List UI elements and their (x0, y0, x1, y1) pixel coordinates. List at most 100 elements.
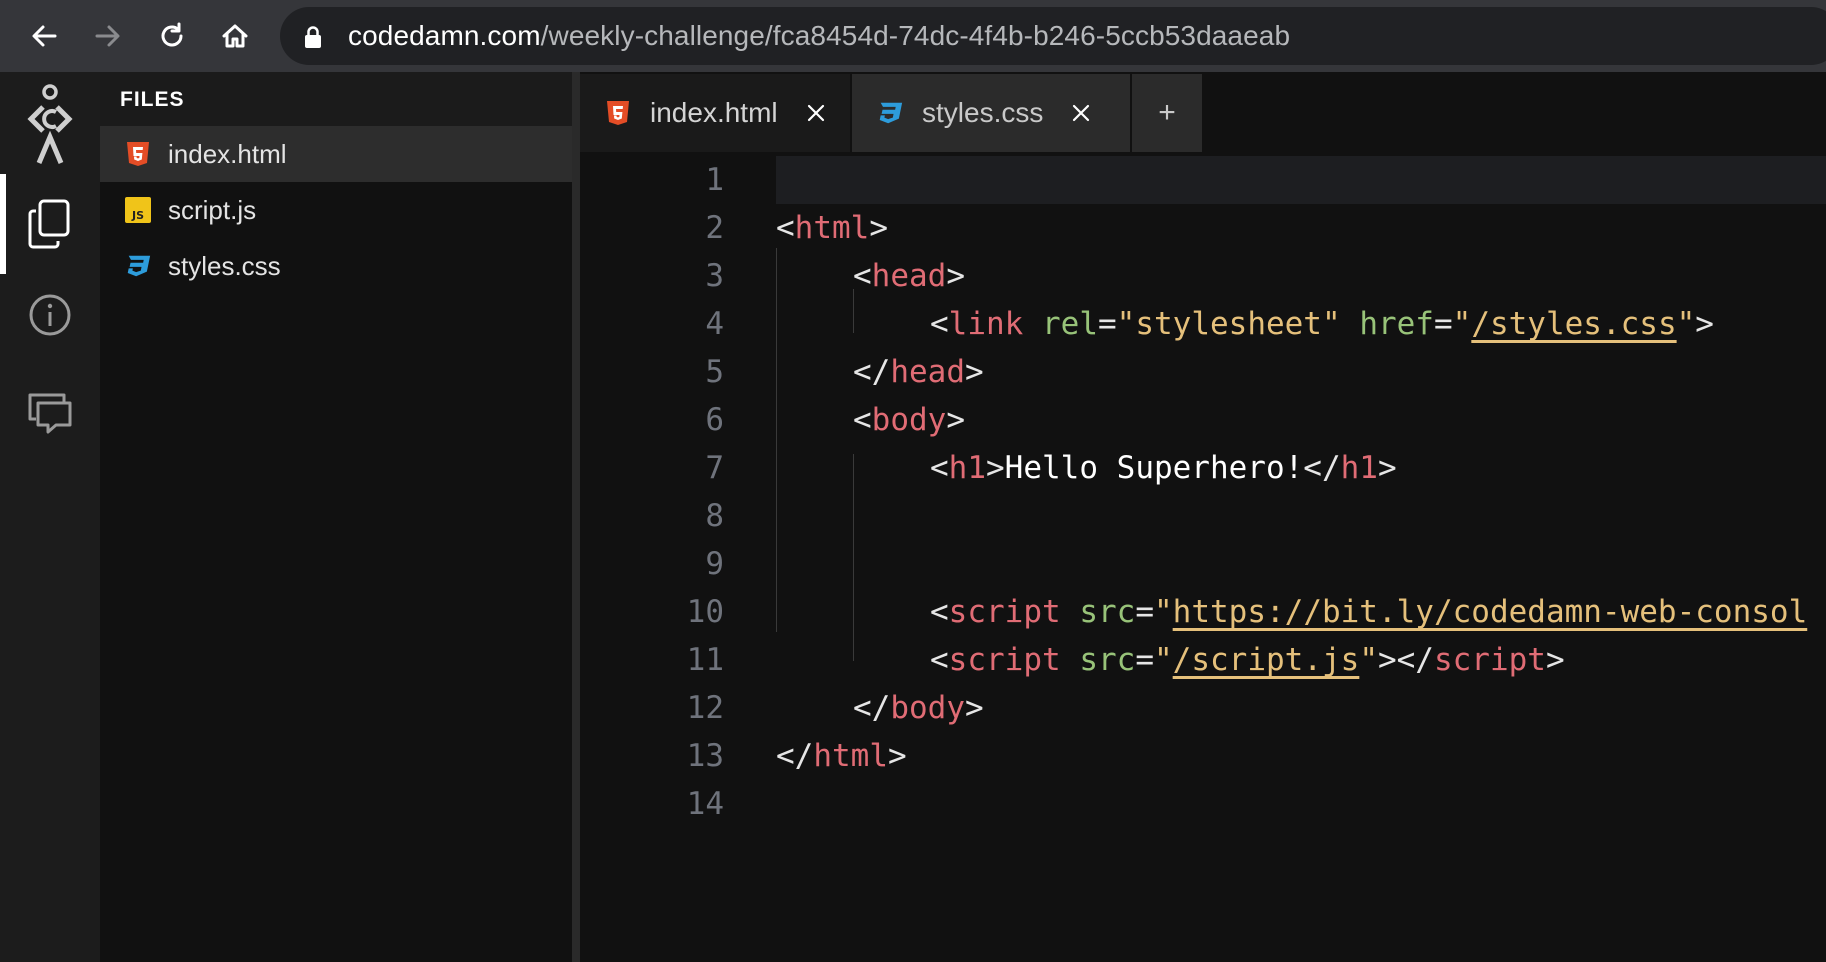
line-number: 6 (705, 402, 724, 438)
code-token: " (1452, 306, 1472, 342)
code-token: < (930, 642, 949, 678)
forward-arrow-icon[interactable] (88, 16, 128, 56)
editor-tab-bar: index.html styles.css + (580, 72, 1826, 152)
code-token: html (794, 210, 870, 246)
html5-icon (124, 140, 152, 168)
code-token: > (964, 690, 984, 726)
code-line[interactable]: 2 <html> (580, 204, 1826, 252)
css3-icon (124, 252, 152, 280)
tab-index-html[interactable]: index.html (580, 74, 850, 152)
tab-label: index.html (650, 97, 778, 128)
code-line-content: <body> (853, 396, 965, 444)
code-token: href (1359, 306, 1434, 342)
code-token: </ (776, 738, 814, 774)
chat-icon[interactable] (0, 378, 100, 448)
code-line[interactable]: 14 (580, 780, 1826, 828)
line-number: 13 (686, 738, 724, 774)
back-arrow-icon[interactable] (24, 16, 64, 56)
file-item-label: styles.css (168, 250, 281, 281)
code-token: " (1676, 306, 1696, 342)
code-line[interactable]: 7 <h1>Hello Superhero!</h1> (580, 444, 1826, 492)
codedamn-logo-icon[interactable] (0, 82, 100, 166)
code-line[interactable]: 3 <head> (580, 252, 1826, 300)
code-token: > (1695, 306, 1714, 342)
add-tab-label: + (1158, 96, 1176, 129)
code-token: = (1135, 642, 1154, 678)
files-icon[interactable] (0, 184, 100, 264)
code-token: = (1098, 306, 1117, 342)
code-token: src (1079, 594, 1136, 630)
code-token: > (986, 450, 1005, 486)
file-item-label: script.js (168, 194, 257, 225)
code-token: body (871, 402, 947, 438)
close-icon[interactable] (1069, 101, 1093, 125)
code-line-content: <link rel="stylesheet" href="/styles.css… (930, 300, 1714, 348)
code-token: > (869, 210, 888, 246)
close-icon[interactable] (804, 101, 828, 125)
code-line[interactable]: 4 <link rel="stylesheet" href="/styles.cs… (580, 300, 1826, 348)
add-tab-button[interactable]: + (1132, 74, 1202, 152)
home-icon[interactable] (215, 16, 255, 56)
code-line[interactable]: 8 (580, 492, 1826, 540)
code-line[interactable]: 1 (580, 156, 1826, 204)
panel-resizer[interactable] (572, 72, 580, 962)
code-line-content: <script src="/script.js"></script> (930, 636, 1565, 684)
code-line-content: <html> (776, 204, 888, 252)
line-number: 8 (705, 498, 724, 534)
tab-styles-css[interactable]: styles.css (852, 74, 1130, 152)
code-token: > (887, 738, 907, 774)
code-token: h1 (1340, 450, 1378, 486)
line-number: 12 (686, 690, 724, 726)
info-icon[interactable] (0, 280, 100, 350)
tab-label: styles.css (922, 97, 1044, 128)
code-line[interactable]: 9 (580, 540, 1826, 588)
url-host: codedamn.com (348, 20, 541, 51)
code-token: </ (853, 354, 891, 390)
code-line-content: <script src="https://bit.ly/codedamn-web… (930, 588, 1807, 636)
reload-icon[interactable] (152, 16, 192, 56)
code-token: </ (1303, 450, 1341, 486)
line-number: 11 (686, 642, 724, 678)
code-line[interactable]: 11 <script src="/script.js"></script> (580, 636, 1826, 684)
code-token: = (1433, 306, 1453, 342)
code-token: script (948, 594, 1061, 630)
code-line[interactable]: 10 <script src="https://bit.ly/codedamn-w… (580, 588, 1826, 636)
address-bar[interactable]: codedamn.com/weekly-challenge/fca8454d-7… (280, 7, 1826, 65)
code-editor: index.html styles.css + 1 2 <html> 3 <head> 4… (580, 72, 1826, 962)
lock-icon[interactable] (302, 25, 324, 49)
code-token: link (948, 306, 1024, 342)
svg-text:JS: JS (131, 209, 144, 222)
file-item-label: index.html (168, 138, 287, 169)
file-item-index-html[interactable]: index.html (100, 126, 572, 182)
code-token: " (1154, 594, 1173, 630)
file-item-styles-css[interactable]: styles.css (100, 238, 572, 294)
code-line-content: <head> (853, 252, 965, 300)
code-token: > (1545, 642, 1565, 678)
code-line-content: <h1>Hello Superhero!</h1> (930, 444, 1397, 492)
code-area[interactable]: 1 2 <html> 3 <head> 4 <link rel="stylesheet" h… (580, 152, 1826, 962)
code-token: Hello Superhero! (1004, 450, 1304, 486)
code-token: > (946, 402, 965, 438)
file-item-script-js[interactable]: JS script.js (100, 182, 572, 238)
code-token: < (853, 258, 872, 294)
code-token: head (871, 258, 947, 294)
code-line[interactable]: 5 </head> (580, 348, 1826, 396)
activity-bar (0, 72, 100, 962)
code-line[interactable]: 13 </html> (580, 732, 1826, 780)
code-token: head (890, 354, 965, 390)
css3-icon (876, 99, 904, 127)
code-token: script (1433, 642, 1546, 678)
code-token: src (1079, 642, 1136, 678)
code-token: > (964, 354, 984, 390)
code-line[interactable]: 12 </body> (580, 684, 1826, 732)
code-token: = (1135, 594, 1154, 630)
html5-icon (604, 99, 632, 127)
line-number: 2 (705, 210, 724, 246)
code-token: script (948, 642, 1061, 678)
line-number: 4 (705, 306, 724, 342)
url-path: /weekly-challenge/fca8454d-74dc-4f4b-b24… (540, 20, 1291, 51)
url-text[interactable]: codedamn.com/weekly-challenge/fca8454d-7… (348, 20, 1290, 52)
code-line[interactable]: 6 <body> (580, 396, 1826, 444)
